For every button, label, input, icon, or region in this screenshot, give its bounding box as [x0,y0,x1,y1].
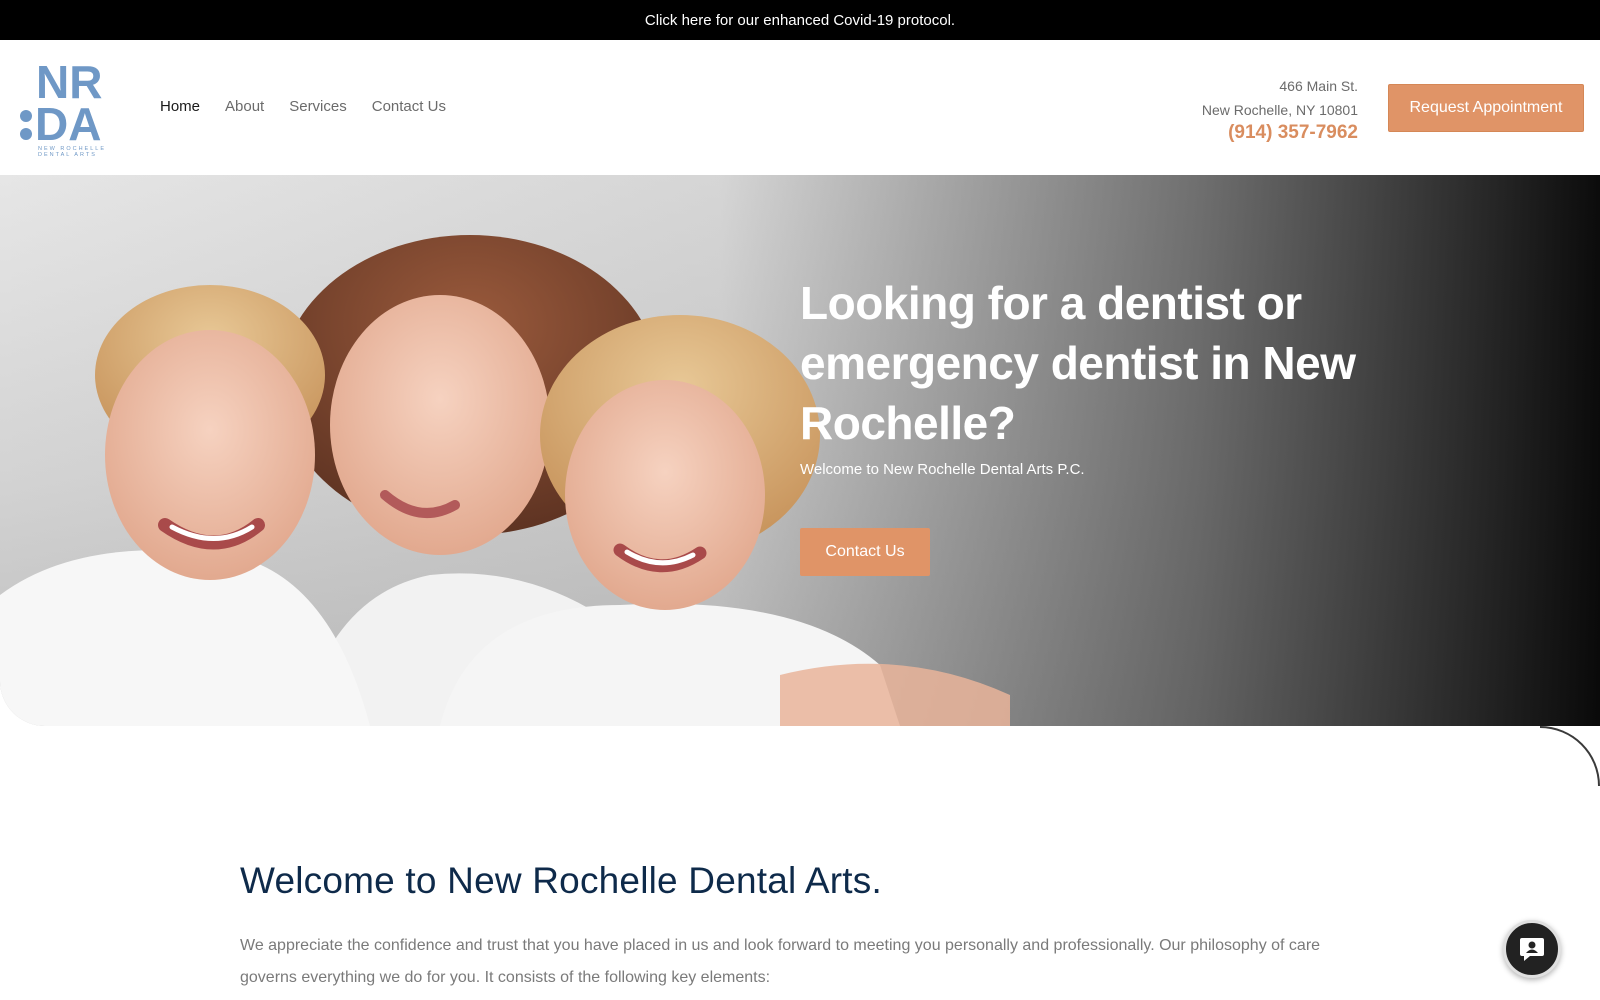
logo[interactable]: NR DA NEW ROCHELLE DENTAL ARTS [18,58,122,158]
logo-bottom-letters: DA [35,98,101,150]
hero-title: Looking for a dentist or emergency denti… [800,277,1356,449]
welcome-title: Welcome to New Rochelle Dental Arts. [240,860,882,901]
hero-contact-button[interactable]: Contact Us [800,528,930,576]
hero-curve-decoration [1540,726,1600,786]
logo-mark: NR DA NEW ROCHELLE DENTAL ARTS [20,58,104,158]
covid-protocol-link[interactable]: Click here for our enhanced Covid-19 pro… [645,12,955,29]
site-header: NR DA NEW ROCHELLE DENTAL ARTS Home Abou… [0,40,1600,175]
address-city: New Rochelle, NY 10801 [1201,102,1358,118]
welcome-text: We appreciate the confidence and trust t… [240,937,1321,986]
logo-tagline-2: DENTAL ARTS [38,152,97,158]
covid-protocol-banner[interactable]: Click here for our enhanced Covid-19 pro… [0,0,1600,40]
nav-contact-us[interactable]: Contact Us [372,98,446,115]
address-street: 466 Main St. [1279,78,1358,94]
hero-banner: Looking for a dentist or emergency denti… [0,175,1600,726]
chat-widget-button[interactable] [1503,920,1561,978]
phone-link[interactable]: (914) 357-7962 [1202,122,1358,144]
request-appointment-button[interactable]: Request Appointment [1388,84,1584,132]
hero-subtitle: Welcome to New Rochelle Dental Arts P.C. [800,461,1085,478]
chat-user-icon [1520,938,1544,961]
nav-home[interactable]: Home [160,98,200,115]
main-nav: Home About Services Contact Us [160,98,446,115]
office-address: 466 Main St. New Rochelle, NY 10801 (914… [1202,74,1358,144]
nav-about[interactable]: About [225,98,264,115]
nav-services[interactable]: Services [289,98,347,115]
